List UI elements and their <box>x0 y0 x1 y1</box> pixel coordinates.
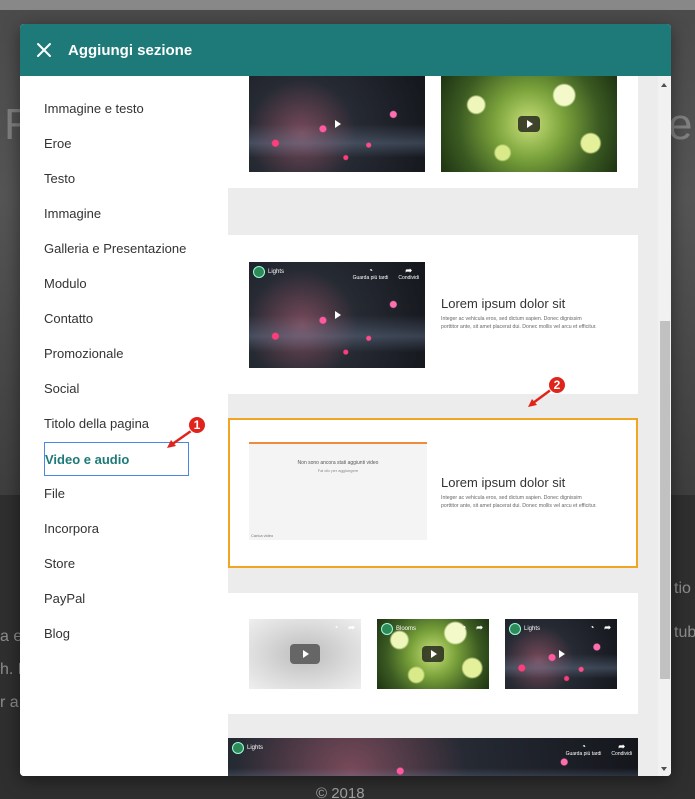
watch-later-icon: ◔ <box>461 623 467 632</box>
layout-card-two-videos[interactable] <box>228 76 638 188</box>
sidebar-item-immagine-e-testo[interactable]: Immagine e testo <box>44 92 189 126</box>
video-thumbnail: ◔ ➦ <box>249 619 361 689</box>
video-thumbnail: Lights ◔ Guarda più tardi ➦ Condividi <box>228 738 638 776</box>
sidebar-item-eroe[interactable]: Eroe <box>44 127 189 161</box>
empty-video-footer: Carica video <box>251 533 274 538</box>
background-text: tuba <box>674 624 695 641</box>
layout-preview-list: Lights ◔ Guarda più tardi ➦ Condividi Lore… <box>228 76 658 776</box>
watch-later-label: Guarda più tardi <box>352 275 389 281</box>
play-icon <box>332 119 342 129</box>
background-heading-right: e <box>668 100 693 149</box>
video-title-text: Lights <box>268 269 285 275</box>
text-body-line: Integer ac vehicula eros, sed dictum sap… <box>441 495 582 501</box>
background-copyright: © 2018 <box>316 785 365 799</box>
video-thumbnail <box>441 76 617 172</box>
text-body-line: porttitor ante, sit amet placerat dui. D… <box>441 324 597 330</box>
annotation-marker-1: 1 <box>188 416 206 434</box>
scroll-down-icon[interactable] <box>661 767 667 771</box>
video-title-text: Blooms <box>396 626 417 632</box>
channel-logo-icon <box>381 623 393 635</box>
video-actions: ◔ ➦ <box>333 623 355 632</box>
layout-card-full-video[interactable]: Lights ◔ Guarda più tardi ➦ Condividi <box>228 738 638 776</box>
video-title-text: Lights <box>524 626 541 632</box>
share-icon: ➦ <box>476 623 483 632</box>
sidebar-item-galleria[interactable]: Galleria e Presentazione <box>44 232 189 266</box>
scroll-up-icon[interactable] <box>661 83 667 87</box>
video-title: Lights <box>232 742 263 754</box>
text-block: Lorem ipsum dolor sit Integer ac vehicul… <box>441 296 621 331</box>
dialog-header: Aggiungi sezione <box>20 24 671 76</box>
sidebar-item-paypal[interactable]: PayPal <box>44 582 189 616</box>
share-icon: ➦ Condividi <box>398 266 419 281</box>
sidebar-item-file[interactable]: File <box>44 477 189 511</box>
sidebar-item-incorpora[interactable]: Incorpora <box>44 512 189 546</box>
layout-card-empty-video-text[interactable]: Non sono ancora stati aggiunti video Fai… <box>228 418 638 568</box>
share-label: Condividi <box>398 275 419 281</box>
layout-card-three-videos[interactable]: ◔ ➦ Blooms ◔ ➦ Lights ◔ ➦ <box>228 593 638 714</box>
background-text: tio <box>674 580 691 597</box>
text-heading: Lorem ipsum dolor sit <box>441 296 566 311</box>
watch-later-icon: ◔ Guarda più tardi <box>565 742 602 757</box>
background-text: a e <box>0 628 23 645</box>
sidebar-item-contatto[interactable]: Contatto <box>44 302 189 336</box>
video-title-text: Lights <box>247 745 264 751</box>
sidebar-item-blog[interactable]: Blog <box>44 617 189 651</box>
close-icon <box>37 43 51 57</box>
sidebar-item-testo[interactable]: Testo <box>44 162 189 196</box>
share-icon: ➦ Condividi <box>611 742 632 757</box>
video-title: Lights <box>509 623 540 635</box>
channel-logo-icon <box>253 266 265 278</box>
video-actions: ◔ Guarda più tardi ➦ Condividi <box>353 266 419 281</box>
background-strip <box>0 0 695 10</box>
empty-video-message: Non sono ancora stati aggiunti video <box>297 460 379 466</box>
annotation-marker-2: 2 <box>548 376 566 394</box>
watch-later-icon: ◔ <box>333 623 339 632</box>
sidebar-item-immagine[interactable]: Immagine <box>44 197 189 231</box>
share-icon: ➦ <box>604 623 611 632</box>
watch-later-label: Guarda più tardi <box>565 751 602 757</box>
video-actions: ◔ Guarda più tardi ➦ Condividi <box>566 742 632 757</box>
add-section-dialog: Aggiungi sezione Immagine e testo Eroe T… <box>20 24 671 776</box>
play-icon <box>422 646 444 662</box>
sidebar-item-social[interactable]: Social <box>44 372 189 406</box>
play-icon <box>290 644 320 664</box>
sidebar-item-store[interactable]: Store <box>44 547 189 581</box>
watch-later-icon: ◔ Guarda più tardi <box>352 266 389 281</box>
play-icon <box>556 649 566 659</box>
play-icon <box>518 116 540 132</box>
share-icon: ➦ <box>348 623 355 632</box>
channel-logo-icon <box>509 623 521 635</box>
video-title: Blooms <box>381 623 416 635</box>
background-text: r a <box>0 694 19 711</box>
play-icon <box>332 310 342 320</box>
text-block: Lorem ipsum dolor sit Integer ac vehicul… <box>441 475 621 510</box>
channel-logo-icon <box>232 742 244 754</box>
text-body: Integer ac vehicula eros, sed dictum sap… <box>441 494 621 510</box>
content-scrollbar[interactable] <box>658 76 671 776</box>
video-thumbnail <box>249 76 425 172</box>
empty-video-placeholder: Non sono ancora stati aggiunti video Fai… <box>249 442 427 540</box>
close-button[interactable] <box>20 24 68 76</box>
video-thumbnail: Lights ◔ Guarda più tardi ➦ Condividi <box>249 262 425 368</box>
text-body-line: Integer ac vehicula eros, sed dictum sap… <box>441 316 582 322</box>
text-body: Integer ac vehicula eros, sed dictum sap… <box>441 315 621 331</box>
share-label: Condividi <box>611 751 632 757</box>
video-thumbnail: Blooms ◔ ➦ <box>377 619 489 689</box>
video-actions: ◔ ➦ <box>461 623 483 632</box>
layout-card-video-text[interactable]: Lights ◔ Guarda più tardi ➦ Condividi Lore… <box>228 235 638 394</box>
video-actions: ◔ ➦ <box>589 623 611 632</box>
sidebar-item-promozionale[interactable]: Promozionale <box>44 337 189 371</box>
watch-later-icon: ◔ <box>589 623 595 632</box>
text-heading: Lorem ipsum dolor sit <box>441 475 566 490</box>
empty-video-hint: Fai clic per aggiungere <box>317 468 359 473</box>
scrollbar-thumb[interactable] <box>660 321 670 679</box>
text-body-line: porttitor ante, sit amet placerat dui. D… <box>441 503 597 509</box>
dialog-title: Aggiungi sezione <box>68 41 193 59</box>
sidebar-item-modulo[interactable]: Modulo <box>44 267 189 301</box>
video-title: Lights <box>253 266 284 278</box>
video-thumbnail: Lights ◔ ➦ <box>505 619 617 689</box>
